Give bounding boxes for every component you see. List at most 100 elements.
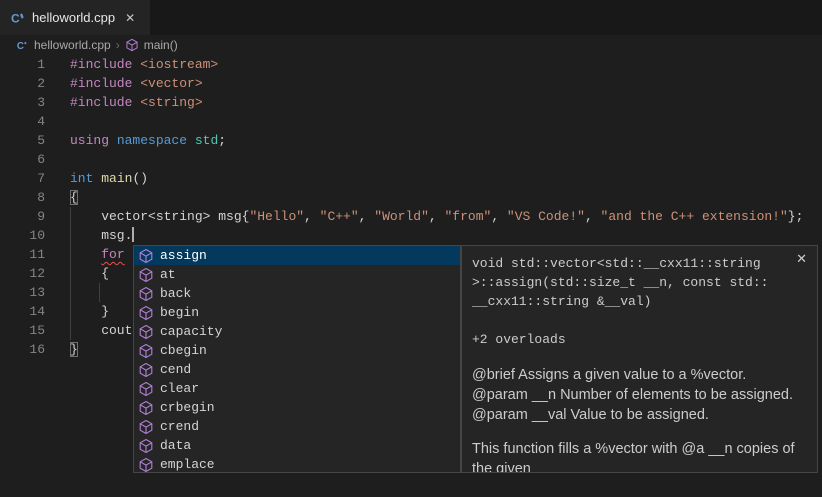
suggest-item-cend[interactable]: cend (134, 360, 460, 379)
suggest-item-label: capacity (160, 322, 222, 341)
token: , (304, 209, 320, 224)
text-cursor (132, 227, 134, 242)
token: for (101, 247, 124, 262)
suggest-item-label: cend (160, 360, 191, 379)
token: } (70, 342, 78, 357)
code-line-1[interactable]: 1#include <iostream> (0, 55, 822, 74)
token: "Hello" (249, 209, 304, 224)
code-text: vector<string> msg{"Hello", "C++", "Worl… (45, 207, 803, 226)
token: namespace (117, 133, 187, 148)
intellisense-suggest-list: assignatbackbegincapacitycbegincendclear… (133, 245, 461, 473)
code-text: for (45, 245, 125, 264)
docs-overloads: +2 overloads (472, 330, 805, 349)
svg-text:C: C (11, 11, 20, 25)
symbol-method-cube-icon (125, 38, 139, 52)
suggest-item-label: emplace (160, 455, 215, 473)
tab-helloworld-cpp[interactable]: C helloworld.cpp ✕ (0, 0, 150, 35)
code-line-9[interactable]: 9 vector<string> msg{"Hello", "C++", "Wo… (0, 207, 822, 226)
breadcrumb-symbol[interactable]: main() (144, 38, 178, 52)
symbol-method-cube-icon (138, 286, 154, 302)
docs-text-line: This function fills a %vector with @a __… (472, 439, 805, 459)
tab-close-icon[interactable]: ✕ (125, 12, 135, 24)
line-number: 8 (0, 188, 45, 207)
token (70, 247, 101, 262)
docs-signature-line: __cxx11::string &__val) (472, 292, 805, 311)
breadcrumb: C helloworld.cpp › main() (0, 35, 822, 55)
symbol-method-cube-icon (138, 457, 154, 473)
token: std (195, 133, 218, 148)
symbol-method-cube-icon (138, 324, 154, 340)
code-text (45, 112, 70, 131)
code-text (45, 283, 70, 302)
cpp-file-icon: C (16, 39, 29, 52)
svg-text:C: C (17, 41, 24, 52)
docs-blank-line (472, 425, 805, 439)
code-text: cout (45, 321, 132, 340)
code-line-10[interactable]: 10 msg. (0, 226, 822, 245)
suggest-item-assign[interactable]: assign (134, 246, 460, 265)
docs-text-line: the given (472, 459, 805, 473)
suggest-item-crend[interactable]: crend (134, 417, 460, 436)
line-number: 11 (0, 245, 45, 264)
suggest-item-capacity[interactable]: capacity (134, 322, 460, 341)
code-text: { (45, 188, 78, 207)
token: vector<string> msg{ (70, 209, 249, 224)
code-text: int main() (45, 169, 148, 188)
token: ; (218, 133, 226, 148)
token: () (132, 171, 148, 186)
suggest-item-at[interactable]: at (134, 265, 460, 284)
token: "and the C++ extension!" (601, 209, 788, 224)
suggest-item-begin[interactable]: begin (134, 303, 460, 322)
indent-guide (99, 283, 100, 302)
token: <vector> (140, 76, 202, 91)
tab-bar: C helloworld.cpp ✕ (0, 0, 822, 35)
code-text: { (45, 264, 109, 283)
docs-text-line: @param __n Number of elements to be assi… (472, 385, 805, 405)
chevron-right-icon: › (116, 38, 120, 52)
token: , (359, 209, 375, 224)
token: #include (70, 57, 140, 72)
token (187, 133, 195, 148)
indent-guide (70, 207, 71, 340)
token: "World" (374, 209, 429, 224)
suggest-item-label: crbegin (160, 398, 215, 417)
suggest-item-label: assign (160, 246, 207, 265)
code-line-8[interactable]: 8{ (0, 188, 822, 207)
breadcrumb-file[interactable]: helloworld.cpp (34, 38, 111, 52)
suggest-item-cbegin[interactable]: cbegin (134, 341, 460, 360)
code-line-7[interactable]: 7int main() (0, 169, 822, 188)
code-text: #include <string> (45, 93, 203, 112)
token: int (70, 171, 93, 186)
cpp-file-icon: C (10, 10, 26, 26)
line-number: 14 (0, 302, 45, 321)
tab-title: helloworld.cpp (32, 10, 115, 25)
code-line-2[interactable]: 2#include <vector> (0, 74, 822, 93)
vscode-window: C helloworld.cpp ✕ C helloworld.cpp › ma… (0, 0, 822, 497)
code-line-5[interactable]: 5using namespace std; (0, 131, 822, 150)
suggest-item-crbegin[interactable]: crbegin (134, 398, 460, 417)
symbol-method-cube-icon (138, 419, 154, 435)
token: "C++" (320, 209, 359, 224)
symbol-method-cube-icon (138, 248, 154, 264)
token: "from" (445, 209, 492, 224)
token: <string> (140, 95, 202, 110)
line-number: 6 (0, 150, 45, 169)
suggest-item-label: clear (160, 379, 199, 398)
code-line-4[interactable]: 4 (0, 112, 822, 131)
suggest-item-data[interactable]: data (134, 436, 460, 455)
symbol-method-cube-icon (138, 305, 154, 321)
line-number: 16 (0, 340, 45, 359)
token: "VS Code!" (507, 209, 585, 224)
line-number: 1 (0, 55, 45, 74)
suggest-item-clear[interactable]: clear (134, 379, 460, 398)
line-number: 12 (0, 264, 45, 283)
code-text: msg. (45, 226, 134, 245)
close-icon[interactable]: ✕ (796, 251, 807, 267)
code-line-6[interactable]: 6 (0, 150, 822, 169)
suggest-item-emplace[interactable]: emplace (134, 455, 460, 473)
code-line-3[interactable]: 3#include <string> (0, 93, 822, 112)
code-text: } (45, 340, 78, 359)
line-number: 4 (0, 112, 45, 131)
suggest-item-back[interactable]: back (134, 284, 460, 303)
symbol-method-cube-icon (138, 343, 154, 359)
